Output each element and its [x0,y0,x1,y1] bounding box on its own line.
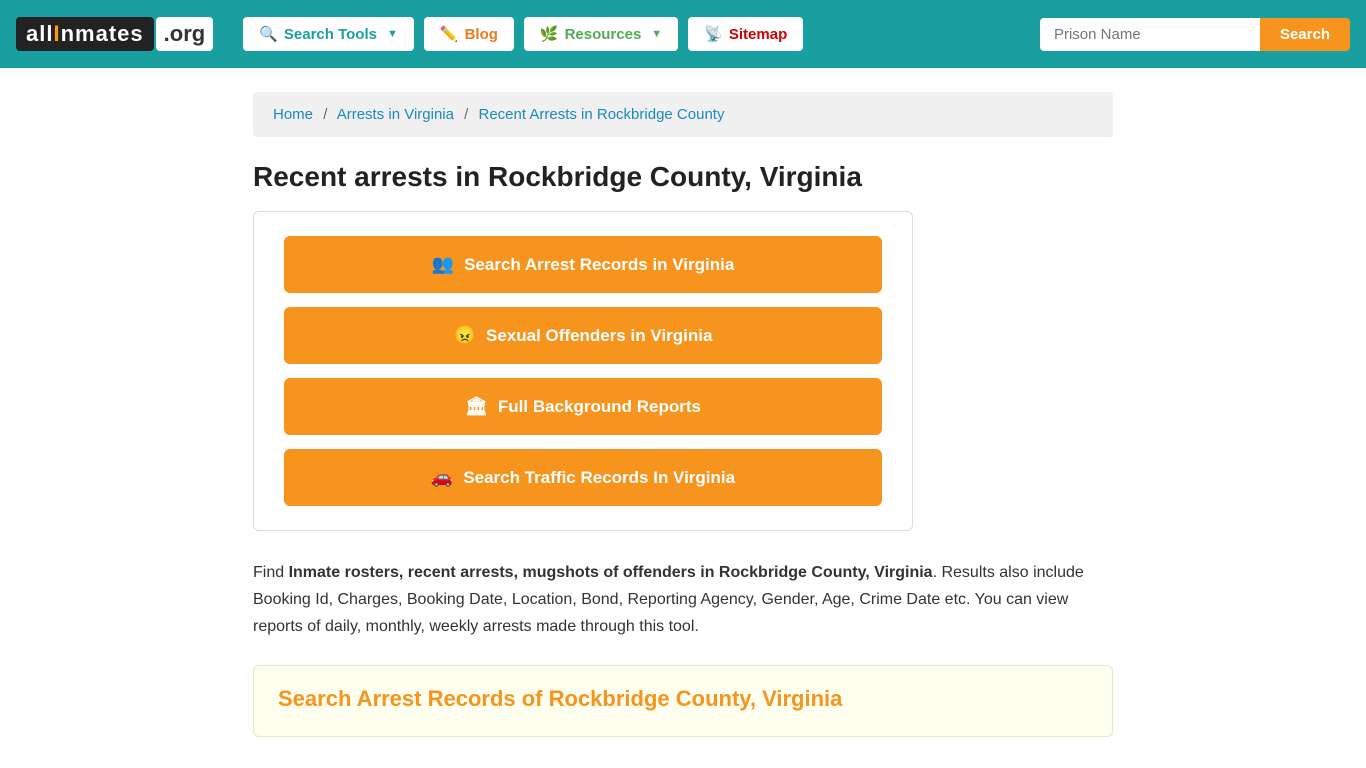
blog-button[interactable]: ✏️ Blog [424,17,514,51]
page-description: Find Inmate rosters, recent arrests, mug… [253,559,1113,641]
description-bold: Inmate rosters, recent arrests, mugshots… [289,564,933,581]
resources-icon: 🌿 [540,25,559,43]
breadcrumb-arrests[interactable]: Arrests in Virginia [337,106,454,123]
sexual-offenders-label: Sexual Offenders in Virginia [486,326,712,346]
search-arrest-records-button[interactable]: 👥 Search Arrest Records in Virginia [284,236,882,293]
search-section-title: Search Arrest Records of Rockbridge Coun… [278,686,1088,712]
resources-label: Resources [565,26,642,43]
breadcrumb-sep-1: / [323,106,327,123]
arrest-records-icon: 👥 [432,254,454,275]
search-tools-button[interactable]: 🔍 Search Tools ▼ [243,17,414,51]
action-buttons-box: 👥 Search Arrest Records in Virginia 😠 Se… [253,211,913,531]
resources-caret-icon: ▼ [651,28,662,40]
prison-name-input[interactable] [1040,18,1260,51]
logo[interactable]: allInmates .org [16,17,213,51]
sitemap-icon: 📡 [704,25,723,43]
blog-label: Blog [465,26,498,43]
arrest-records-label: Search Arrest Records in Virginia [464,255,734,275]
sexual-offenders-button[interactable]: 😠 Sexual Offenders in Virginia [284,307,882,364]
navbar-search-label: Search [1280,26,1330,43]
blog-icon: ✏️ [440,25,459,43]
sitemap-button[interactable]: 📡 Sitemap [688,17,803,51]
breadcrumb-sep-2: / [464,106,468,123]
background-reports-icon: 🏛 [465,396,488,417]
search-tools-icon: 🔍 [259,25,278,43]
navbar-search: Search [1040,18,1350,51]
sitemap-label: Sitemap [729,26,787,43]
search-tools-label: Search Tools [284,26,377,43]
traffic-records-button[interactable]: 🚗 Search Traffic Records In Virginia [284,449,882,506]
page-title: Recent arrests in Rockbridge County, Vir… [253,161,1113,193]
traffic-records-icon: 🚗 [431,467,453,488]
logo-text: allInmates [16,17,154,51]
sexual-offenders-icon: 😠 [454,325,476,346]
description-prefix: Find [253,564,289,581]
background-reports-label: Full Background Reports [498,397,701,417]
resources-button[interactable]: 🌿 Resources ▼ [524,17,678,51]
main-content: Home / Arrests in Virginia / Recent Arre… [233,92,1133,737]
navbar-search-button[interactable]: Search [1260,18,1350,51]
search-tools-caret-icon: ▼ [387,28,398,40]
search-section: Search Arrest Records of Rockbridge Coun… [253,665,1113,737]
logo-org: .org [156,17,214,51]
background-reports-button[interactable]: 🏛 Full Background Reports [284,378,882,435]
navbar: allInmates .org 🔍 Search Tools ▼ ✏️ Blog… [0,0,1366,68]
breadcrumb-current: Recent Arrests in Rockbridge County [479,106,725,123]
traffic-records-label: Search Traffic Records In Virginia [463,468,735,488]
breadcrumb-home[interactable]: Home [273,106,313,123]
breadcrumb: Home / Arrests in Virginia / Recent Arre… [253,92,1113,137]
